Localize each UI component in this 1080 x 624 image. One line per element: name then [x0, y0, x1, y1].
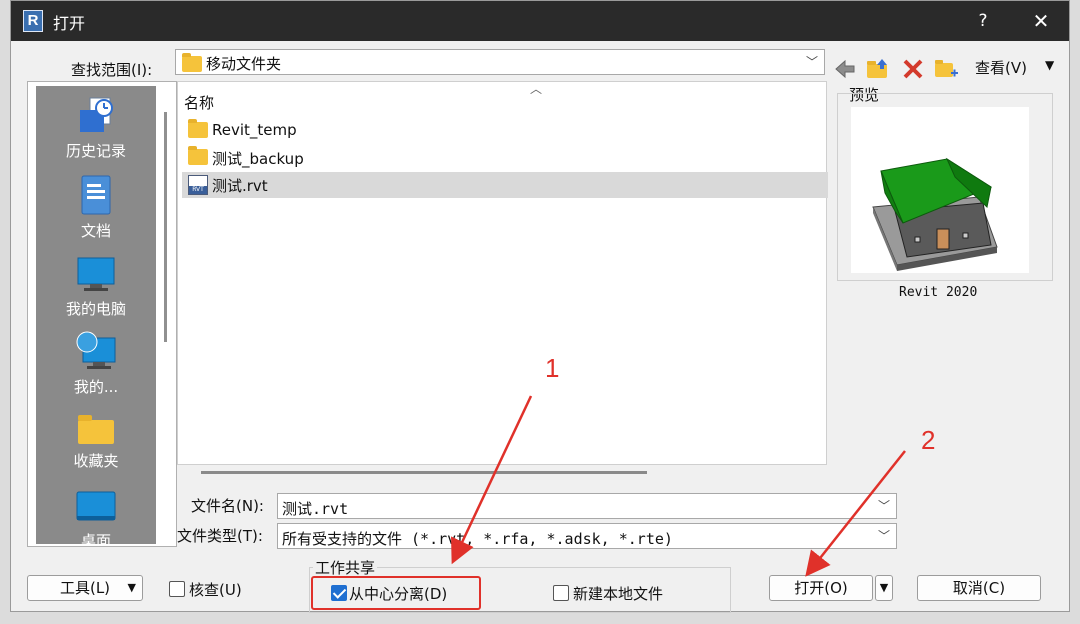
annotation-arrow-1: [451, 395, 533, 565]
annotation-arrows: [451, 395, 906, 577]
annotation-arrow-2: [805, 450, 906, 577]
open-file-dialog: R 打开 ? ✕ 查找范围(I): 移动文件夹 ﹀ 查看(V) ▼ 历史记录 文…: [10, 0, 1070, 613]
